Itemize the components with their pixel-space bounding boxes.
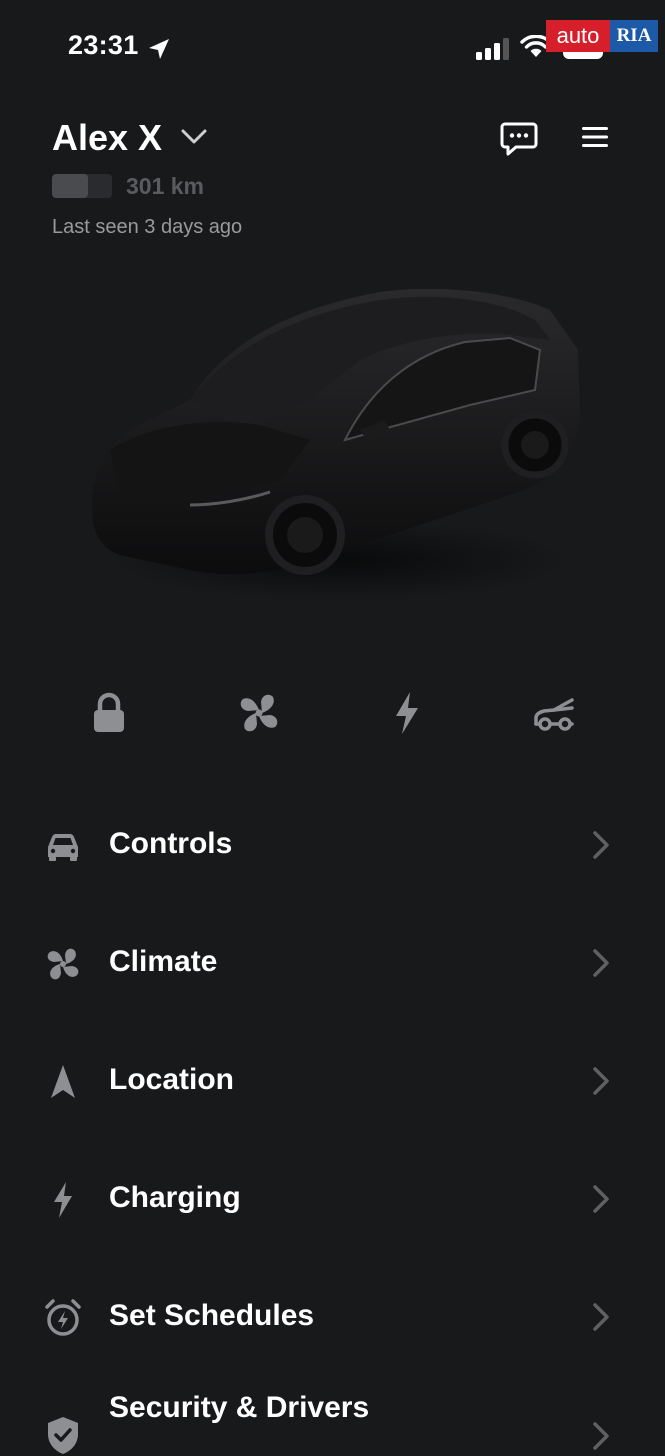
menu-item-label: Location (109, 1063, 234, 1096)
menu-item-location[interactable]: Location (0, 1031, 665, 1131)
watermark-logo: auto RIA (546, 20, 658, 56)
last-seen-text: Last seen 3 days ago (52, 216, 243, 238)
chevron-right-icon (593, 1303, 609, 1331)
menu-item-security-drivers[interactable]: Security & Drivers (0, 1385, 665, 1454)
car-name[interactable]: Alex X (52, 117, 162, 159)
chevron-right-icon (593, 1185, 609, 1213)
vehicle-battery-bar (52, 174, 112, 198)
status-time: 23:31 (68, 30, 139, 60)
car-icon (48, 834, 78, 861)
chevron-right-icon (593, 831, 609, 859)
menu-item-label: Set Schedules (109, 1299, 315, 1332)
fan-icon[interactable] (234, 688, 284, 738)
menu-item-controls[interactable]: Controls (0, 795, 665, 895)
chevron-right-icon (593, 1067, 609, 1095)
menu-item-charging[interactable]: Charging (0, 1149, 665, 1249)
fan-icon (47, 948, 79, 980)
bolt-icon[interactable] (382, 688, 432, 738)
vehicle-battery-fill (52, 174, 88, 198)
watermark-auto: auto (546, 20, 610, 52)
menu-item-label: Charging (109, 1181, 241, 1214)
hamburger-menu-icon[interactable] (582, 126, 610, 148)
car-image (91, 288, 580, 600)
location-arrow-icon (149, 39, 169, 59)
range-text: 301 km (126, 173, 205, 199)
cellular-signal-icon (476, 38, 509, 60)
watermark-ria: RIA (610, 20, 658, 52)
frunk-icon[interactable] (528, 688, 578, 738)
shield-icon (48, 1417, 78, 1454)
menu-item-label: Controls (109, 827, 233, 860)
message-icon[interactable] (500, 122, 538, 156)
menu-item-set-schedules[interactable]: Set Schedules (0, 1267, 665, 1367)
menu-item-label: Climate (109, 945, 218, 978)
chevron-right-icon (593, 1422, 609, 1450)
alarm-clock-icon (45, 1299, 81, 1336)
bolt-icon (54, 1182, 72, 1218)
chevron-right-icon (593, 949, 609, 977)
lock-icon[interactable] (84, 688, 134, 738)
menu-item-climate[interactable]: Climate (0, 913, 665, 1013)
menu-item-label: Security & Drivers (109, 1391, 370, 1424)
chevron-down-icon[interactable] (181, 128, 207, 146)
navigation-icon (51, 1065, 75, 1098)
